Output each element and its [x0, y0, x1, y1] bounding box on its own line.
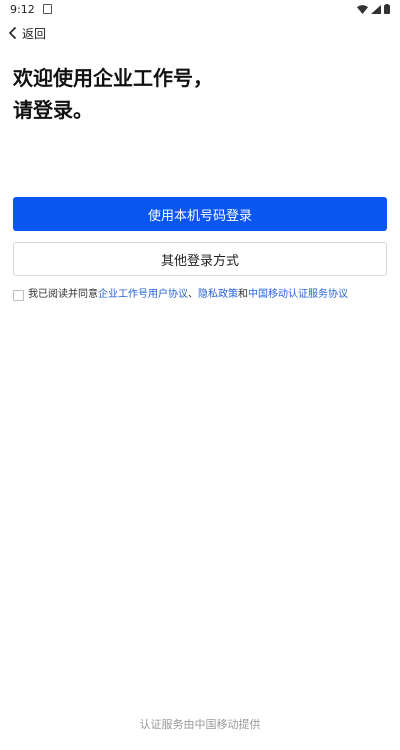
battery-icon [384, 4, 390, 14]
agreement-separator-2: 和 [238, 289, 248, 300]
agreement-row: 我已阅读并同意 企业工作号用户协议 、 隐私政策 和 中国移动认证服务协议 [13, 288, 390, 302]
cmcc-auth-agreement-link[interactable]: 中国移动认证服务协议 [248, 288, 348, 302]
user-agreement-link[interactable]: 企业工作号用户协议 [98, 288, 188, 302]
chevron-left-icon [8, 26, 17, 40]
agreement-prefix: 我已阅读并同意 [28, 289, 98, 300]
status-icons [357, 4, 390, 14]
page-title: 欢迎使用企业工作号， 请登录。 [13, 62, 387, 126]
local-number-login-button[interactable]: 使用本机号码登录 [13, 197, 387, 231]
back-label: 返回 [22, 26, 47, 41]
notification-icon [42, 4, 52, 14]
status-time: 9:12 [10, 2, 35, 16]
title-line-2: 请登录。 [13, 98, 93, 122]
agreement-separator-1: 、 [188, 289, 198, 300]
agreement-checkbox[interactable] [13, 289, 24, 301]
title-line-1: 欢迎使用企业工作号， [13, 66, 213, 90]
login-screen: 9:12 返回 欢迎使用企业工作号， 请登录。 使用本机号码登录 其他登录方式 … [0, 0, 400, 750]
other-login-methods-button[interactable]: 其他登录方式 [13, 242, 387, 276]
privacy-policy-link[interactable]: 隐私政策 [198, 288, 238, 302]
back-button[interactable]: 返回 [8, 24, 46, 42]
status-bar: 9:12 [0, 0, 400, 18]
wifi-icon [357, 4, 368, 14]
footer-text: 认证服务由中国移动提供 [139, 718, 261, 731]
signal-icon [371, 4, 381, 14]
